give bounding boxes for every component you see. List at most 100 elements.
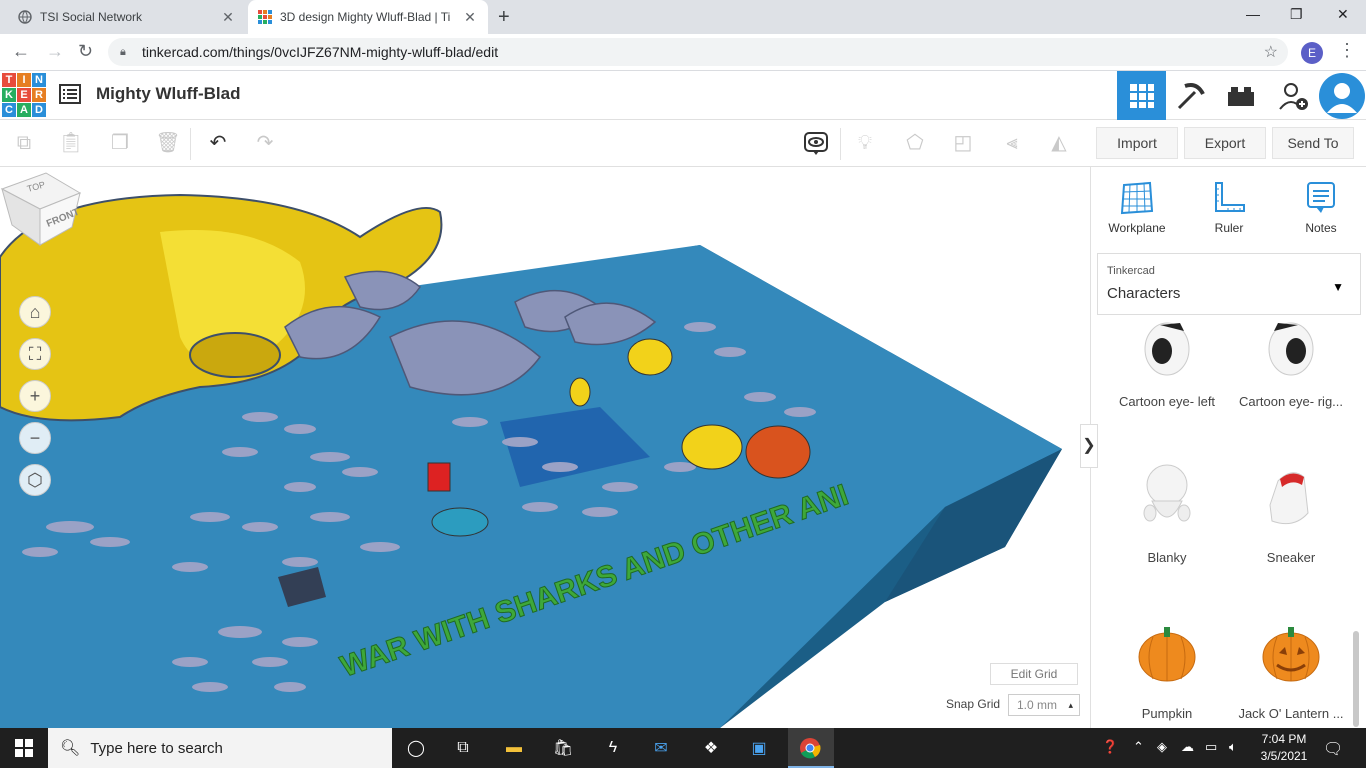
home-view-button[interactable]: ⌂ bbox=[19, 296, 51, 328]
close-icon[interactable]: ✕ bbox=[462, 9, 478, 26]
shapes-panel: Workplane Ruler Notes Tinkercad Characte… bbox=[1090, 167, 1366, 728]
undo-icon[interactable]: ↶ bbox=[205, 130, 231, 156]
volume-icon[interactable]: 🔈︎ bbox=[1229, 739, 1237, 755]
shape-category-select[interactable]: Tinkercad Characters ▼ bbox=[1097, 253, 1361, 315]
shape-pumpkin[interactable]: Pumpkin bbox=[1107, 625, 1227, 721]
reload-icon[interactable]: ↻ bbox=[78, 41, 93, 62]
updown-icon: ▴ bbox=[1068, 700, 1073, 710]
cloud-icon[interactable]: ☁ bbox=[1181, 739, 1194, 755]
show-all-icon[interactable] bbox=[803, 130, 829, 156]
design-title[interactable]: Mighty Wluff-Blad bbox=[96, 84, 240, 104]
codeblocks-button[interactable] bbox=[1166, 71, 1215, 120]
export-button[interactable]: Export bbox=[1184, 127, 1266, 159]
workplane-viewport[interactable]: WAR WITH SHARKS AND OTHER ANI TOP FRONT … bbox=[0, 167, 1090, 728]
dropbox-icon[interactable]: ❖ bbox=[698, 736, 724, 760]
dropdown-caret-icon: ▼ bbox=[1332, 280, 1344, 294]
clock-date: 3/5/2021 bbox=[1260, 749, 1308, 763]
fit-view-button[interactable]: ⛶ bbox=[19, 338, 51, 370]
add-user-icon bbox=[1278, 82, 1308, 110]
panel-toggle-chevron-icon[interactable]: ❯ bbox=[1080, 424, 1098, 468]
chrome-icon[interactable] bbox=[797, 736, 823, 760]
design-list-icon[interactable] bbox=[59, 84, 81, 104]
logo-letter: R bbox=[32, 88, 46, 102]
ortho-view-button[interactable]: ⬡ bbox=[19, 464, 51, 496]
workplane-label: Workplane bbox=[1108, 221, 1166, 235]
ungroup-icon[interactable]: ◰ bbox=[950, 130, 976, 156]
power-automate-icon[interactable]: ϟ bbox=[600, 736, 626, 760]
notifications-icon[interactable]: 🗨︎ bbox=[1323, 739, 1343, 759]
taskbar-search-box[interactable]: 🔍︎ Type here to search bbox=[48, 728, 392, 768]
mail-icon[interactable]: ✉ bbox=[648, 736, 674, 760]
shape-sneaker[interactable]: Sneaker bbox=[1231, 463, 1351, 565]
browser-tab-tsi[interactable]: TSI Social Network ✕ bbox=[8, 0, 246, 34]
logo-letter: C bbox=[2, 103, 16, 117]
shape-category-value: Characters bbox=[1107, 285, 1181, 302]
shape-source-label: Tinkercad bbox=[1107, 265, 1155, 277]
send-to-button[interactable]: Send To bbox=[1272, 127, 1354, 159]
zoom-in-button[interactable]: + bbox=[19, 380, 51, 412]
tinkercad-logo[interactable]: TIN KER CAD bbox=[2, 73, 46, 117]
file-explorer-icon[interactable]: ▬ bbox=[501, 736, 527, 760]
align-icon[interactable]: ⫷ bbox=[999, 130, 1025, 156]
workplane-tool[interactable]: Workplane bbox=[1097, 181, 1177, 235]
logo-letter: E bbox=[17, 88, 31, 102]
back-icon[interactable]: ← bbox=[12, 41, 30, 62]
notes-tool[interactable]: Notes bbox=[1281, 181, 1361, 235]
ruler-icon bbox=[1215, 182, 1245, 212]
shape-jack-o-lantern[interactable]: Jack O' Lantern ... bbox=[1231, 625, 1351, 721]
shape-label: Jack O' Lantern ... bbox=[1238, 706, 1344, 721]
group-icon[interactable]: ⬠ bbox=[902, 130, 928, 156]
account-avatar[interactable] bbox=[1317, 71, 1366, 120]
forward-icon[interactable]: → bbox=[46, 41, 64, 62]
redo-icon[interactable]: ↷ bbox=[252, 130, 278, 156]
add-user-button[interactable] bbox=[1268, 71, 1317, 120]
ruler-tool[interactable]: Ruler bbox=[1189, 181, 1269, 235]
zoom-out-button[interactable]: − bbox=[19, 422, 51, 454]
tray-chevron-icon[interactable]: ⌃ bbox=[1133, 739, 1144, 755]
scene-canvas[interactable]: WAR WITH SHARKS AND OTHER ANI bbox=[0, 167, 1090, 728]
cortana-icon[interactable]: ◯ bbox=[403, 736, 429, 760]
paste-icon[interactable]: 📋︎ bbox=[58, 130, 84, 156]
globe-icon bbox=[18, 10, 32, 24]
window-close-icon[interactable]: ✕ bbox=[1337, 6, 1349, 23]
restore-icon[interactable]: ❐ bbox=[1290, 6, 1303, 23]
zoom-app-icon[interactable]: ▣ bbox=[746, 736, 772, 760]
3d-view-button[interactable] bbox=[1117, 71, 1166, 120]
fit-icon: ⛶ bbox=[28, 343, 42, 364]
duplicate-icon[interactable]: ❐ bbox=[107, 130, 133, 156]
shape-blanky[interactable]: Blanky bbox=[1107, 463, 1227, 565]
shape-cartoon-eye-left[interactable]: Cartoon eye- left bbox=[1107, 321, 1227, 409]
view-cube[interactable]: TOP FRONT bbox=[0, 167, 84, 247]
jack-o-lantern-icon bbox=[1262, 627, 1320, 682]
snap-grid-select[interactable]: 1.0 mm ▴ bbox=[1008, 694, 1080, 716]
close-icon[interactable]: ✕ bbox=[220, 9, 236, 26]
url-field[interactable]: 🔒︎ tinkercad.com/things/0vcIJFZ67NM-migh… bbox=[108, 38, 1288, 66]
import-button[interactable]: Import bbox=[1096, 127, 1178, 159]
edit-grid-button[interactable]: Edit Grid bbox=[990, 663, 1078, 685]
start-button[interactable] bbox=[0, 728, 48, 768]
copy-icon[interactable]: ⧉ bbox=[11, 130, 37, 156]
battery-icon[interactable]: ▭ bbox=[1205, 739, 1217, 755]
task-view-icon[interactable]: ⧉ bbox=[450, 736, 476, 760]
kebab-menu-icon[interactable]: ⋮ bbox=[1338, 40, 1356, 61]
bookmark-star-icon[interactable]: ☆ bbox=[1264, 42, 1278, 62]
help-icon[interactable]: ❓ bbox=[1102, 739, 1118, 755]
browser-tab-tinkercad[interactable]: 3D design Mighty Wluff-Blad | Ti ✕ bbox=[248, 0, 488, 34]
panel-scrollbar[interactable] bbox=[1353, 631, 1359, 727]
pickaxe-icon bbox=[1177, 82, 1205, 109]
logo-letter: N bbox=[32, 73, 46, 87]
taskbar-clock[interactable]: 7:04 PM 3/5/2021 bbox=[1256, 731, 1312, 765]
profile-avatar[interactable]: E bbox=[1301, 42, 1323, 64]
meet-now-icon[interactable]: ◈ bbox=[1157, 739, 1167, 755]
new-tab-icon[interactable]: + bbox=[498, 6, 510, 29]
shape-cartoon-eye-right[interactable]: Cartoon eye- rig... bbox=[1231, 321, 1351, 409]
store-icon[interactable]: 🛍︎ bbox=[550, 736, 576, 760]
delete-icon[interactable]: 🗑︎ bbox=[155, 130, 181, 156]
bricks-button[interactable] bbox=[1216, 71, 1265, 120]
shape-label: Cartoon eye- left bbox=[1118, 394, 1216, 409]
chrome-logo-icon bbox=[800, 738, 821, 759]
url-text: tinkercad.com/things/0vcIJFZ67NM-mighty-… bbox=[142, 44, 499, 60]
minimize-icon[interactable]: — bbox=[1246, 6, 1260, 22]
mirror-icon[interactable]: ◭ bbox=[1046, 130, 1072, 156]
lightbulb-icon[interactable]: 💡︎ bbox=[852, 130, 878, 156]
